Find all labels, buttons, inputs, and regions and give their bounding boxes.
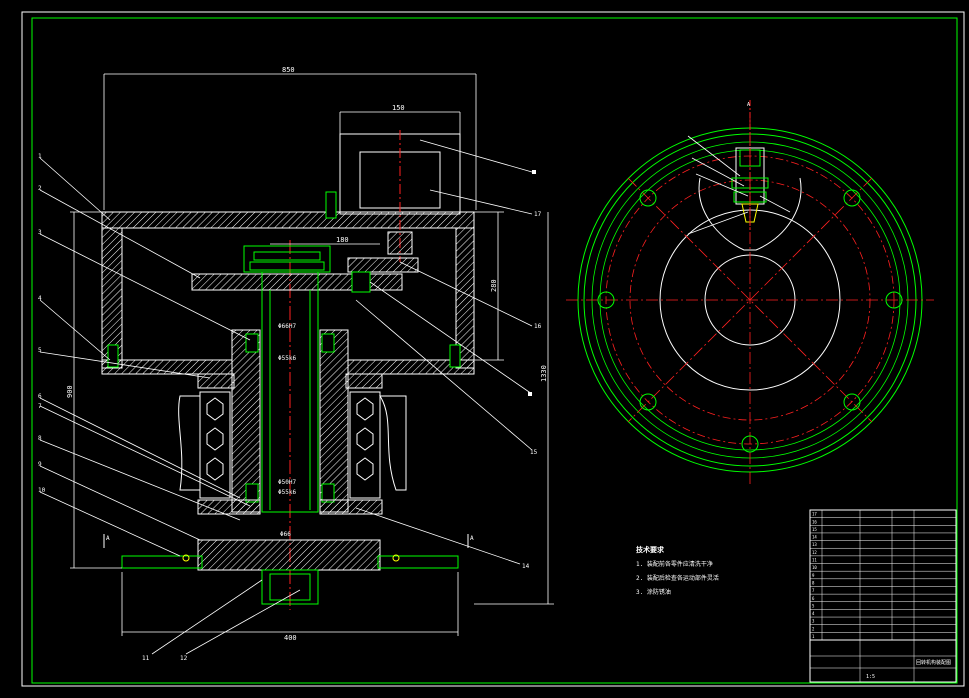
dim-width-mid: 180: [336, 236, 349, 244]
bolt-column-left: [178, 391, 231, 499]
parts-list-number: 4: [812, 611, 815, 616]
top-nut: [243, 245, 331, 273]
parts-list-number: 12: [812, 550, 817, 555]
inner-frame: [31, 17, 958, 684]
leader-label-15: 15: [530, 449, 538, 456]
section-mark-top: A: [747, 102, 750, 108]
section-view: 850 150 180 280 1330 900 400 Φ66H7 Φ55k6…: [38, 66, 554, 662]
fit-lower-1: Φ50H7: [278, 479, 296, 486]
leader-label-16: 16: [534, 323, 542, 330]
technical-notes: 技术要求 1. 装配前各零件应清洗干净 2. 装配后检查各运动部件灵活 3. 涂…: [636, 545, 719, 596]
parts-list-number: 2: [812, 626, 815, 631]
leader-label-11: 11: [142, 655, 150, 662]
outer-frame: [21, 11, 965, 687]
dim-height-left: 900: [66, 385, 74, 398]
parts-list-number: 8: [812, 580, 815, 585]
drawing-name: 回转机构装配图: [916, 659, 951, 666]
parts-list-number: 7: [812, 588, 815, 593]
dim-width-base: 400: [284, 634, 297, 642]
leader-tag-square: [528, 392, 532, 396]
leader-label-1: 1: [38, 153, 42, 160]
leader-label-3: 3: [38, 229, 42, 236]
leader-label-7: 7: [38, 403, 42, 410]
cad-drawing-canvas[interactable]: 850 150 180 280 1330 900 400 Φ66H7 Φ55k6…: [0, 0, 969, 694]
plan-view: A: [566, 100, 934, 486]
leader-label-10: 10: [38, 487, 46, 494]
section-mark-a: A: [106, 535, 110, 542]
fit-lower-2: Φ55k6: [278, 489, 296, 496]
leader-tag-square: [532, 170, 536, 174]
dim-width-top: 150: [392, 104, 405, 112]
dim-width-total: 850: [282, 66, 295, 74]
leader-label-5: 5: [38, 347, 42, 354]
parts-list-number: 11: [812, 558, 817, 563]
fit-upper-2: Φ55k6: [278, 355, 296, 362]
parts-list-number: 10: [812, 565, 817, 570]
leader-label-17: 17: [534, 211, 542, 218]
notes-line-2: 2. 装配后检查各运动部件灵活: [636, 574, 719, 582]
fit-base: Φ66: [280, 531, 291, 538]
housing: [101, 211, 475, 375]
parts-list-number: 5: [812, 603, 815, 608]
parts-list-number: 14: [812, 535, 817, 540]
dim-height-right-small: 280: [490, 279, 498, 292]
parts-list-number: 13: [812, 542, 817, 547]
title-block: 回转机构装配图 1:5 17 16 15 14 13 12 11 10 9 8 7 6 5 4 3 2 1: [809, 509, 957, 683]
dim-height-right-total: 1330: [540, 365, 548, 382]
leader-label-14: 14: [522, 563, 530, 570]
leader-label-9: 9: [38, 461, 42, 468]
drawing-scale: 1:5: [866, 674, 875, 680]
notes-line-1: 1. 装配前各零件应清洗干净: [636, 560, 713, 568]
parts-list-number: 6: [812, 596, 815, 601]
leader-label-6: 6: [38, 393, 42, 400]
parts-list-number: 16: [812, 519, 817, 524]
leader-label-12: 12: [180, 655, 188, 662]
notes-heading: 技术要求: [636, 545, 665, 554]
bolt-column-right: [349, 391, 407, 499]
parts-list-number: 15: [812, 527, 817, 532]
parts-list-number: 9: [812, 573, 815, 578]
leader-label-2: 2: [38, 185, 42, 192]
parts-list-number: 3: [812, 619, 815, 624]
section-mark-b: A: [470, 535, 474, 542]
parts-list-number: 17: [812, 512, 817, 517]
notes-line-3: 3. 涂防锈油: [636, 588, 671, 596]
leader-label-4: 4: [38, 295, 42, 302]
fit-upper-1: Φ66H7: [278, 323, 296, 330]
parts-list-number: 1: [812, 634, 815, 639]
leader-label-8: 8: [38, 435, 42, 442]
cad-drawing-svg: 850 150 180 280 1330 900 400 Φ66H7 Φ55k6…: [21, 11, 965, 687]
